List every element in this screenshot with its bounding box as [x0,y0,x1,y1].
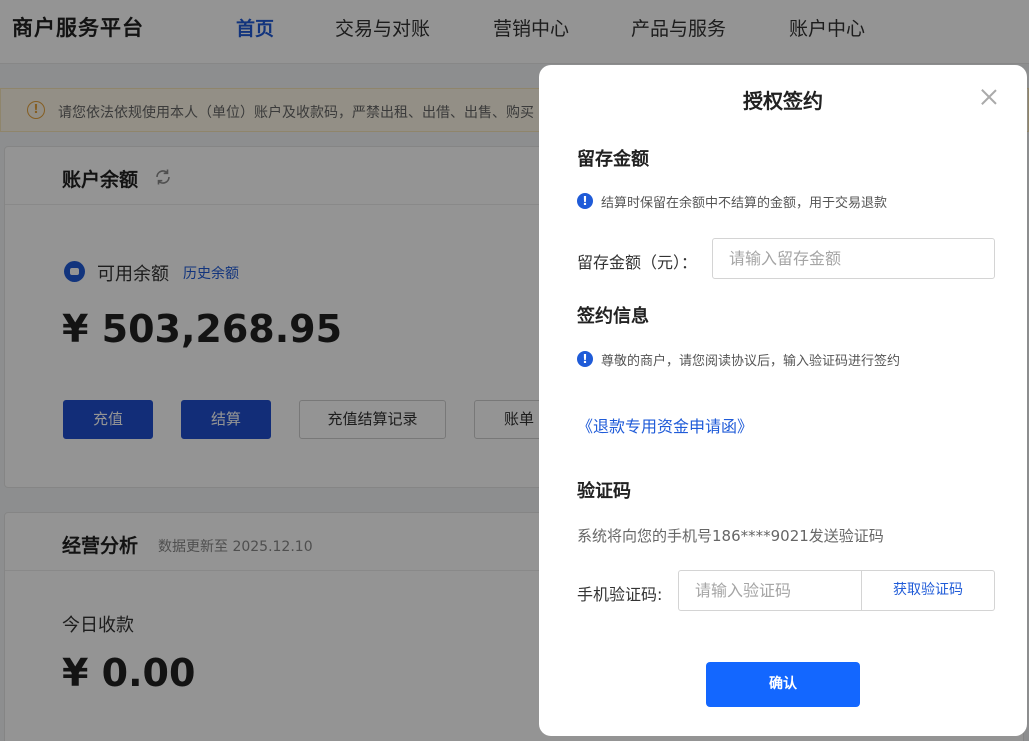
signing-section-title: 签约信息 [577,306,649,327]
get-code-button[interactable]: 获取验证码 [862,570,995,611]
authorization-modal: 授权签约 留存金额 ! 结算时保留在余额中不结算的金额，用于交易退款 留存金额（… [539,65,1027,736]
retention-info-text: 结算时保留在余额中不结算的金额，用于交易退款 [601,196,888,211]
info-icon: ! [577,193,593,209]
agreement-link[interactable]: 《退款专用资金申请函》 [577,413,753,437]
retention-amount-input[interactable] [712,238,995,279]
modal-title: 授权签约 [743,89,823,113]
signing-info-text: 尊敬的商户，请您阅读协议后，输入验证码进行签约 [601,354,901,369]
info-icon: ! [577,351,593,367]
sms-code-input[interactable] [678,570,862,611]
confirm-button[interactable]: 确认 [706,662,860,707]
retention-amount-label: 留存金额（元）： [577,253,698,272]
close-icon[interactable] [979,87,999,107]
sms-notice-text: 系统将向您的手机号186****9021发送验证码 [577,527,884,545]
retention-section-title: 留存金额 [577,149,649,170]
verification-section-title: 验证码 [577,481,631,502]
sms-code-label: 手机验证码: [577,585,663,604]
